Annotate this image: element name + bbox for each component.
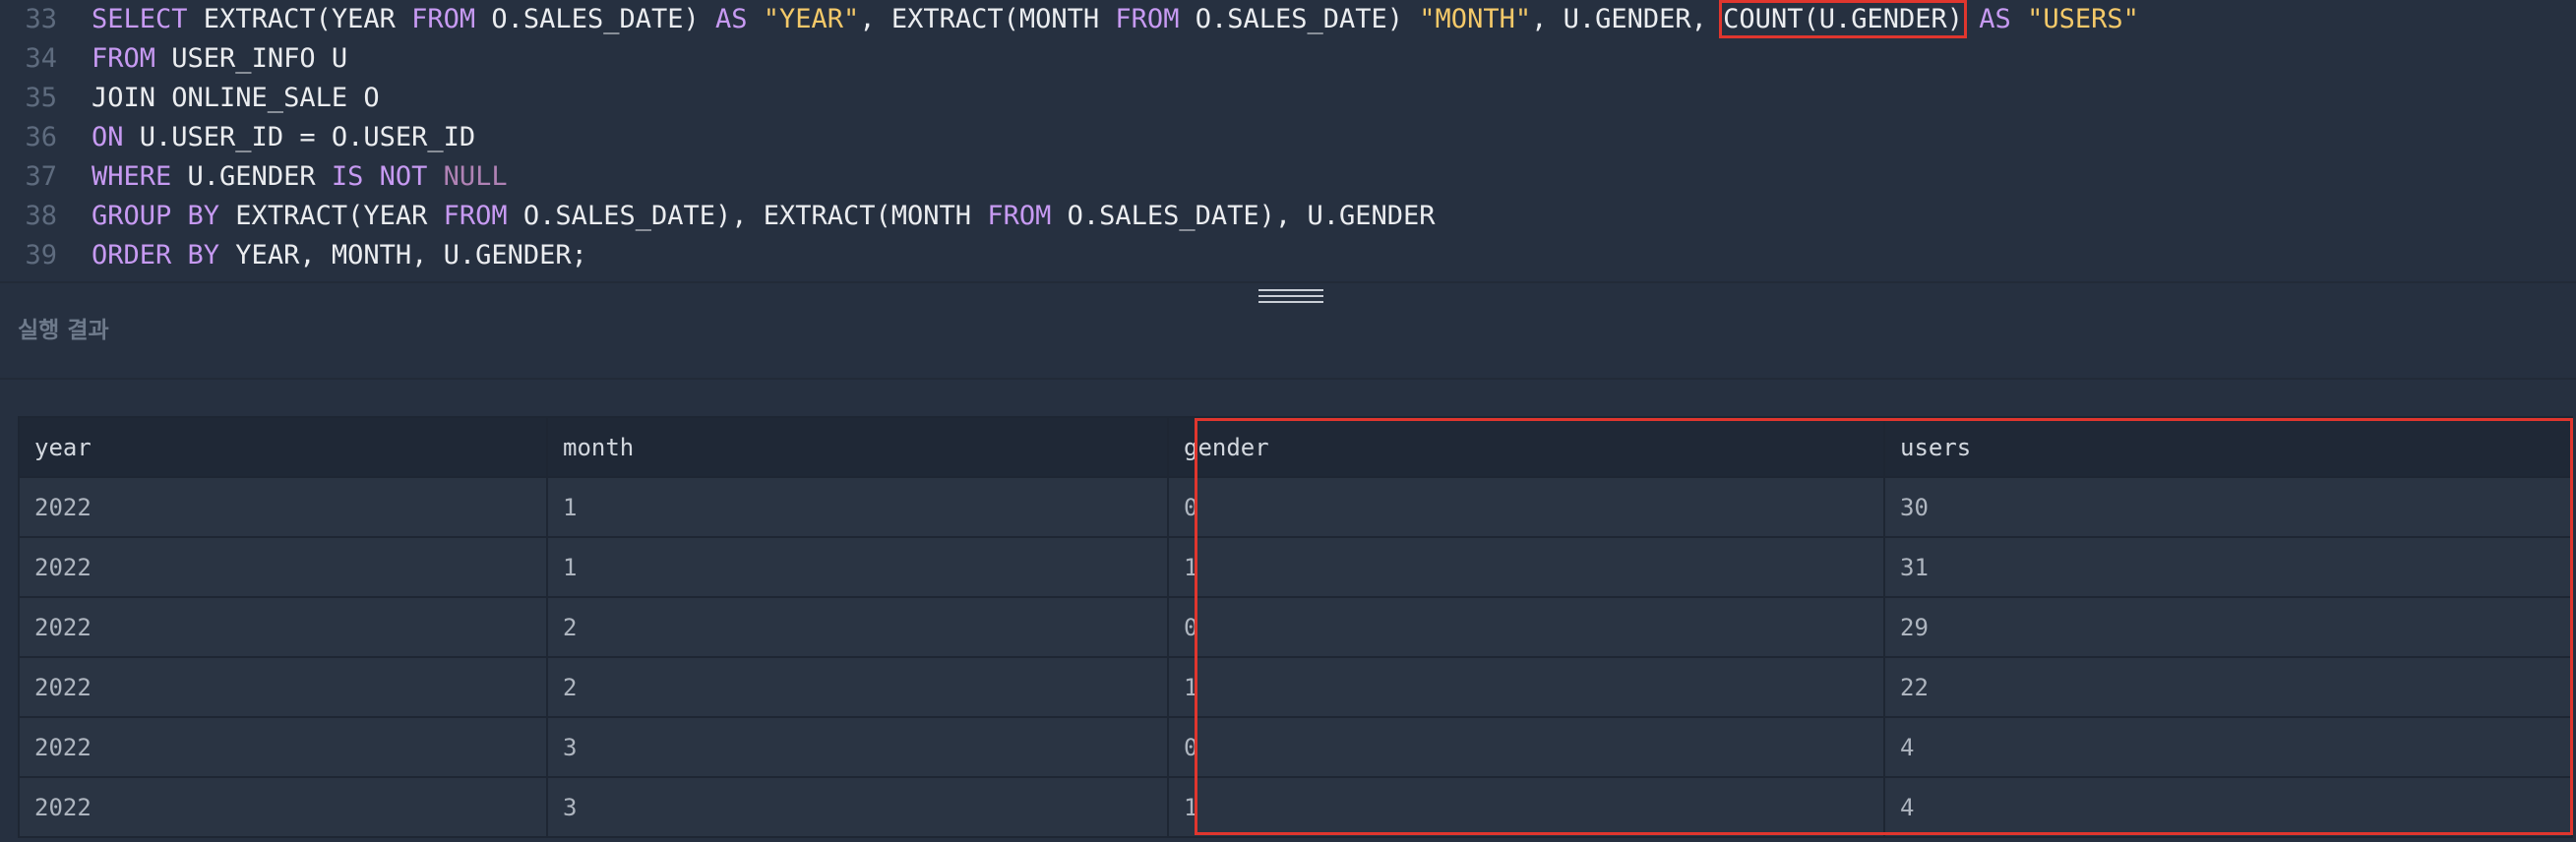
code-token: AS — [715, 4, 748, 34]
code-token: GROUP BY — [92, 201, 220, 231]
cell-users: 22 — [1883, 656, 2573, 718]
code-line[interactable]: 39 ORDER BY YEAR, MONTH, U.GENDER; — [0, 236, 587, 275]
code-line[interactable]: 35 JOIN ONLINE_SALE O — [0, 79, 380, 118]
code-token: "MONTH" — [1419, 4, 1532, 34]
cell-gender: 0 — [1167, 476, 1885, 538]
code-line[interactable]: 36 ON U.USER_ID = O.USER_ID — [0, 118, 475, 157]
cell-users: 4 — [1883, 776, 2573, 838]
code-token: FROM — [411, 4, 476, 34]
code-token: U.USER_ID = O.USER_ID — [123, 122, 476, 152]
cell-month: 1 — [546, 536, 1169, 598]
table-row: 2022 1 0 30 — [18, 476, 2573, 538]
result-table: year month gender users 2022 1 0 30 2022… — [18, 416, 2573, 838]
line-number: 34 — [25, 43, 57, 74]
code-token: SELECT — [92, 4, 188, 34]
table-row: 2022 3 1 4 — [18, 776, 2573, 838]
code-token: FROM — [443, 201, 508, 231]
resize-handle-icon[interactable] — [1258, 289, 1323, 307]
column-header-month: month — [546, 416, 1169, 478]
code-line[interactable]: 37 WHERE U.GENDER IS NOT NULL — [0, 157, 508, 197]
code-token: IS NOT — [331, 161, 428, 192]
code-token: FROM — [987, 201, 1052, 231]
result-divider — [0, 378, 2576, 380]
code-token: O.SALES_DATE) — [475, 4, 715, 34]
table-row: 2022 2 0 29 — [18, 596, 2573, 658]
code-token: O.SALES_DATE), U.GENDER — [1051, 201, 1436, 231]
cell-year: 2022 — [18, 536, 548, 598]
cell-month: 1 — [546, 476, 1169, 538]
cell-gender: 0 — [1167, 596, 1885, 658]
code-token: O.SALES_DATE), EXTRACT(MONTH — [507, 201, 988, 231]
column-header-gender: gender — [1167, 416, 1885, 478]
cell-gender: 1 — [1167, 776, 1885, 838]
code-line[interactable]: 33 SELECT EXTRACT(YEAR FROM O.SALES_DATE)… — [0, 0, 2139, 39]
cell-month: 3 — [546, 716, 1169, 778]
cell-month: 2 — [546, 596, 1169, 658]
code-token: ON — [92, 122, 124, 152]
cell-month: 2 — [546, 656, 1169, 718]
code-token: U.GENDER — [171, 161, 332, 192]
code-token: AS — [1979, 4, 2011, 34]
cell-gender: 1 — [1167, 656, 1885, 718]
line-number: 38 — [25, 201, 57, 231]
code-token: ORDER BY — [92, 240, 220, 271]
code-token: FROM — [1115, 4, 1180, 34]
code-token: WHERE — [92, 161, 172, 192]
code-token: "USERS" — [2027, 4, 2139, 34]
code-token: JOIN ONLINE_SALE O — [92, 83, 380, 113]
cell-year: 2022 — [18, 716, 548, 778]
table-header-row: year month gender users — [18, 416, 2573, 478]
cell-month: 3 — [546, 776, 1169, 838]
result-label: 실행 결과 — [18, 318, 109, 343]
code-token: O.SALES_DATE) — [1179, 4, 1420, 34]
code-token: , EXTRACT(MONTH — [859, 4, 1116, 34]
code-line[interactable]: 38 GROUP BY EXTRACT(YEAR FROM O.SALES_DAT… — [0, 197, 1436, 236]
code-token: EXTRACT(YEAR — [219, 201, 444, 231]
table-row: 2022 2 1 22 — [18, 656, 2573, 718]
sql-editor[interactable]: 33 SELECT EXTRACT(YEAR FROM O.SALES_DATE)… — [0, 0, 2576, 283]
cell-gender: 1 — [1167, 536, 1885, 598]
code-token: FROM — [92, 43, 156, 74]
line-number: 36 — [25, 122, 57, 152]
line-number: 35 — [25, 83, 57, 113]
line-number: 33 — [25, 4, 57, 34]
code-token: NULL — [443, 161, 508, 192]
table-row: 2022 3 0 4 — [18, 716, 2573, 778]
code-line[interactable]: 34 FROM USER_INFO U — [0, 39, 347, 79]
cell-year: 2022 — [18, 776, 548, 838]
cell-users: 31 — [1883, 536, 2573, 598]
code-token: EXTRACT(YEAR — [187, 4, 412, 34]
code-token: YEAR, MONTH, U.GENDER; — [219, 240, 587, 271]
cell-year: 2022 — [18, 476, 548, 538]
cell-users: 4 — [1883, 716, 2573, 778]
code-token: USER_INFO U — [155, 43, 348, 74]
line-number: 39 — [25, 240, 57, 271]
cell-gender: 0 — [1167, 716, 1885, 778]
table-row: 2022 1 1 31 — [18, 536, 2573, 598]
code-token: "YEAR" — [763, 4, 860, 34]
cell-users: 29 — [1883, 596, 2573, 658]
line-number: 37 — [25, 161, 57, 192]
highlighted-code-token: COUNT(U.GENDER) — [1719, 0, 1968, 38]
cell-year: 2022 — [18, 656, 548, 718]
column-header-year: year — [18, 416, 548, 478]
column-header-users: users — [1883, 416, 2573, 478]
cell-year: 2022 — [18, 596, 548, 658]
cell-users: 30 — [1883, 476, 2573, 538]
code-token: , U.GENDER, — [1531, 4, 1724, 34]
